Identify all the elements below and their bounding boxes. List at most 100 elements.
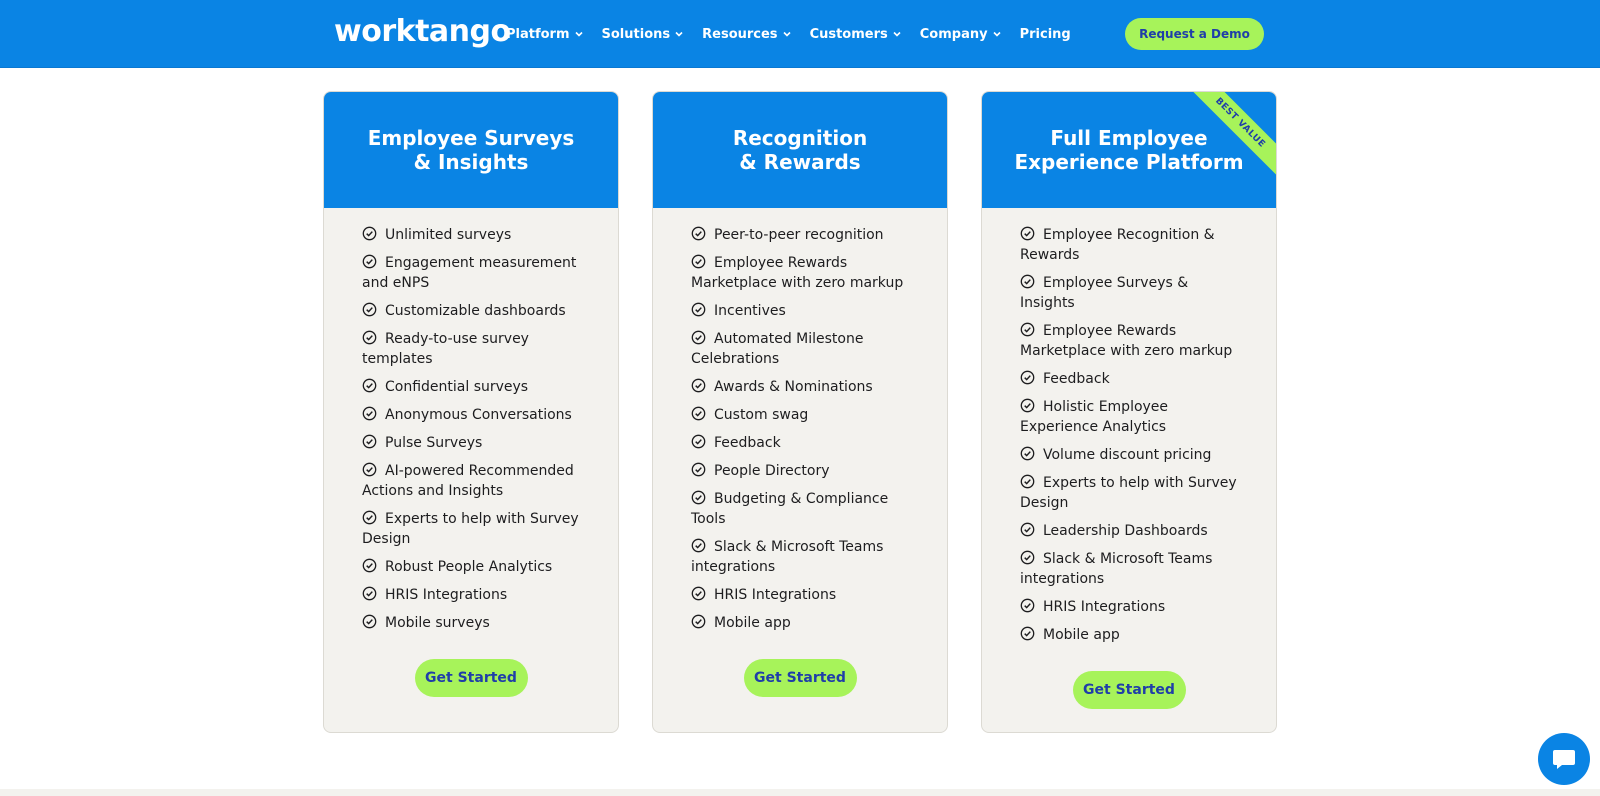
plan-card-header: Full Employee Experience Platform BEST V…: [982, 92, 1276, 208]
feature-item: Awards & Nominations: [691, 377, 911, 397]
feature-text: Custom swag: [714, 407, 809, 423]
plan-card-header: Employee Surveys & Insights: [324, 92, 618, 208]
feature-item: Employee Rewards Marketplace with zero m…: [691, 253, 911, 293]
feature-item: Anonymous Conversations: [362, 405, 582, 425]
check-circle-icon: [1020, 226, 1035, 241]
check-circle-icon: [362, 462, 377, 477]
feature-item: Leadership Dashboards: [1020, 521, 1240, 541]
nav-pricing[interactable]: Pricing: [1020, 27, 1071, 42]
feature-item: Employee Recognition & Rewards: [1020, 225, 1240, 265]
feature-item: Confidential surveys: [362, 377, 582, 397]
feature-item: Feedback: [1020, 369, 1240, 389]
check-circle-icon: [1020, 370, 1035, 385]
feature-text: Incentives: [714, 303, 786, 319]
feature-text: Awards & Nominations: [714, 379, 873, 395]
check-circle-icon: [691, 614, 706, 629]
feature-item: AI-powered Recommended Actions and Insig…: [362, 461, 582, 501]
feature-item: HRIS Integrations: [362, 585, 582, 605]
check-circle-icon: [1020, 550, 1035, 565]
check-circle-icon: [1020, 322, 1035, 337]
plan-card-surveys: Employee Surveys & Insights Unlimited su…: [323, 91, 619, 733]
nav-company[interactable]: Company: [920, 27, 1002, 42]
chevron-down-icon: [675, 31, 683, 37]
feature-text: Leadership Dashboards: [1043, 523, 1208, 539]
feature-item: Mobile surveys: [362, 613, 582, 633]
check-circle-icon: [362, 406, 377, 421]
plan-title: Full Employee Experience Platform: [1014, 126, 1244, 174]
feature-text: Mobile app: [1043, 627, 1120, 643]
request-demo-button[interactable]: Request a Demo: [1125, 18, 1264, 50]
feature-text: Holistic Employee Experience Analytics: [1020, 399, 1169, 435]
feature-item: People Directory: [691, 461, 911, 481]
feature-item: Slack & Microsoft Teams integrations: [691, 537, 911, 577]
plan-title: Employee Surveys & Insights: [367, 126, 575, 174]
get-started-button[interactable]: Get Started: [743, 659, 857, 697]
nav-label: Customers: [809, 26, 888, 42]
feature-list: Employee Recognition & Rewards Employee S…: [982, 208, 1276, 645]
feature-item: Automated Milestone Celebrations: [691, 329, 911, 369]
feature-text: Pulse Surveys: [385, 435, 483, 451]
check-circle-icon: [1020, 446, 1035, 461]
feature-text: HRIS Integrations: [714, 587, 837, 603]
feature-item: Holistic Employee Experience Analytics: [1020, 397, 1240, 437]
nav-solutions[interactable]: Solutions: [602, 27, 685, 42]
nav-platform[interactable]: Platform: [506, 27, 584, 42]
check-circle-icon: [691, 462, 706, 477]
feature-item: Feedback: [691, 433, 911, 453]
feature-text: Engagement measurement and eNPS: [362, 255, 577, 291]
feature-item: Mobile app: [691, 613, 911, 633]
feature-item: Volume discount pricing: [1020, 445, 1240, 465]
top-navigation-bar: worktango Platform Solutions Resources C…: [0, 0, 1600, 68]
check-circle-icon: [691, 226, 706, 241]
check-circle-icon: [691, 406, 706, 421]
feature-text: Employee Rewards Marketplace with zero m…: [1020, 323, 1233, 359]
check-circle-icon: [362, 330, 377, 345]
check-circle-icon: [691, 538, 706, 553]
check-circle-icon: [362, 510, 377, 525]
chevron-down-icon: [782, 31, 791, 37]
check-circle-icon: [1020, 626, 1035, 641]
feature-text: Robust People Analytics: [385, 559, 553, 575]
feature-text: HRIS Integrations: [385, 587, 508, 603]
plan-card-header: Recognition & Rewards: [653, 92, 947, 208]
feature-text: Customizable dashboards: [385, 303, 566, 319]
feature-item: Experts to help with Survey Design: [1020, 473, 1240, 513]
check-circle-icon: [362, 378, 377, 393]
feature-text: Anonymous Conversations: [385, 407, 572, 423]
footer-strip: [0, 789, 1600, 796]
feature-text: Mobile surveys: [385, 615, 490, 631]
feature-item: Slack & Microsoft Teams integrations: [1020, 549, 1240, 589]
nav-resources[interactable]: Resources: [702, 27, 791, 42]
chat-launcher-button[interactable]: [1538, 733, 1590, 785]
feature-item: HRIS Integrations: [691, 585, 911, 605]
feature-text: People Directory: [714, 463, 830, 479]
feature-item: Ready-to-use survey templates: [362, 329, 582, 369]
check-circle-icon: [691, 490, 706, 505]
feature-text: Employee Rewards Marketplace with zero m…: [691, 255, 904, 291]
feature-list: Unlimited surveys Engagement measurement …: [324, 208, 618, 633]
check-circle-icon: [1020, 274, 1035, 289]
check-circle-icon: [691, 302, 706, 317]
feature-text: Feedback: [714, 435, 781, 451]
feature-item: Employee Surveys & Insights: [1020, 273, 1240, 313]
chevron-down-icon: [993, 31, 1001, 37]
check-circle-icon: [691, 378, 706, 393]
feature-item: Pulse Surveys: [362, 433, 582, 453]
feature-item: Mobile app: [1020, 625, 1240, 645]
worktango-logo[interactable]: worktango: [334, 14, 511, 50]
chat-bubble-icon: [1553, 750, 1575, 769]
nav-label: Pricing: [1019, 26, 1071, 42]
get-started-button[interactable]: Get Started: [1072, 671, 1186, 709]
feature-text: Ready-to-use survey templates: [362, 331, 529, 367]
get-started-button[interactable]: Get Started: [414, 659, 528, 697]
nav-label: Company: [919, 26, 988, 42]
feature-text: Employee Surveys & Insights: [1020, 275, 1189, 311]
check-circle-icon: [691, 586, 706, 601]
nav-customers[interactable]: Customers: [810, 27, 902, 42]
check-circle-icon: [1020, 398, 1035, 413]
feature-text: Experts to help with Survey Design: [362, 511, 579, 547]
feature-text: Budgeting & Compliance Tools: [691, 491, 889, 527]
feature-item: Robust People Analytics: [362, 557, 582, 577]
plan-card-full-platform: Full Employee Experience Platform BEST V…: [981, 91, 1277, 733]
feature-text: Confidential surveys: [385, 379, 529, 395]
